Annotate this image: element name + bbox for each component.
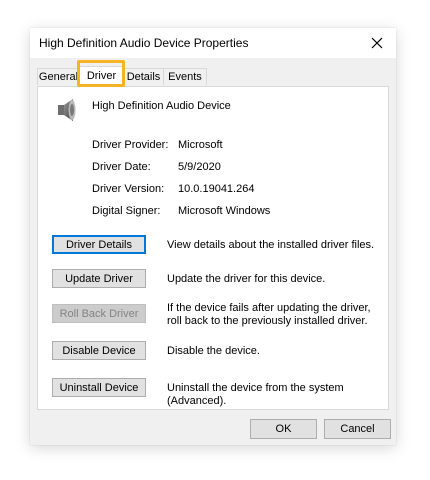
update-driver-button[interactable]: Update Driver: [52, 269, 146, 288]
device-name: High Definition Audio Device: [92, 100, 231, 112]
roll-back-driver-button: Roll Back Driver: [52, 304, 146, 323]
close-button[interactable]: [364, 31, 390, 55]
ok-button[interactable]: OK: [250, 419, 317, 439]
driver-date-value: 5/9/2020: [178, 161, 221, 173]
driver-provider-label: Driver Provider:: [92, 139, 169, 151]
driver-details-description: View details about the installed driver …: [167, 239, 375, 251]
driver-provider-value: Microsoft: [178, 139, 223, 151]
window-title: High Definition Audio Device Properties: [39, 36, 249, 50]
tab-events[interactable]: Events: [163, 68, 207, 85]
driver-version-label: Driver Version:: [92, 183, 165, 195]
tab-strip: General Driver Details Events: [37, 66, 389, 87]
speaker-icon: [58, 99, 76, 121]
driver-version-value: 10.0.19041.264: [178, 183, 255, 195]
tab-driver[interactable]: Driver: [79, 66, 124, 87]
tab-details[interactable]: Details: [123, 68, 164, 85]
cancel-button[interactable]: Cancel: [324, 419, 391, 439]
tab-general[interactable]: General: [37, 68, 80, 85]
driver-date-label: Driver Date:: [92, 161, 151, 173]
title-bar: High Definition Audio Device Properties: [30, 28, 396, 58]
driver-tab-panel: High Definition Audio Device Driver Prov…: [37, 86, 389, 410]
driver-details-button[interactable]: Driver Details: [52, 235, 146, 254]
digital-signer-value: Microsoft Windows: [178, 205, 271, 217]
close-icon: [371, 37, 383, 49]
roll-back-driver-description: If the device fails after updating the d…: [167, 302, 371, 327]
update-driver-description: Update the driver for this device.: [167, 273, 326, 285]
disable-device-description: Disable the device.: [167, 345, 260, 357]
digital-signer-label: Digital Signer:: [92, 205, 161, 217]
uninstall-device-description: Uninstall the device from the system (Ad…: [167, 382, 344, 407]
properties-dialog: High Definition Audio Device Properties …: [30, 28, 396, 445]
uninstall-device-button[interactable]: Uninstall Device: [52, 378, 146, 397]
disable-device-button[interactable]: Disable Device: [52, 341, 146, 360]
